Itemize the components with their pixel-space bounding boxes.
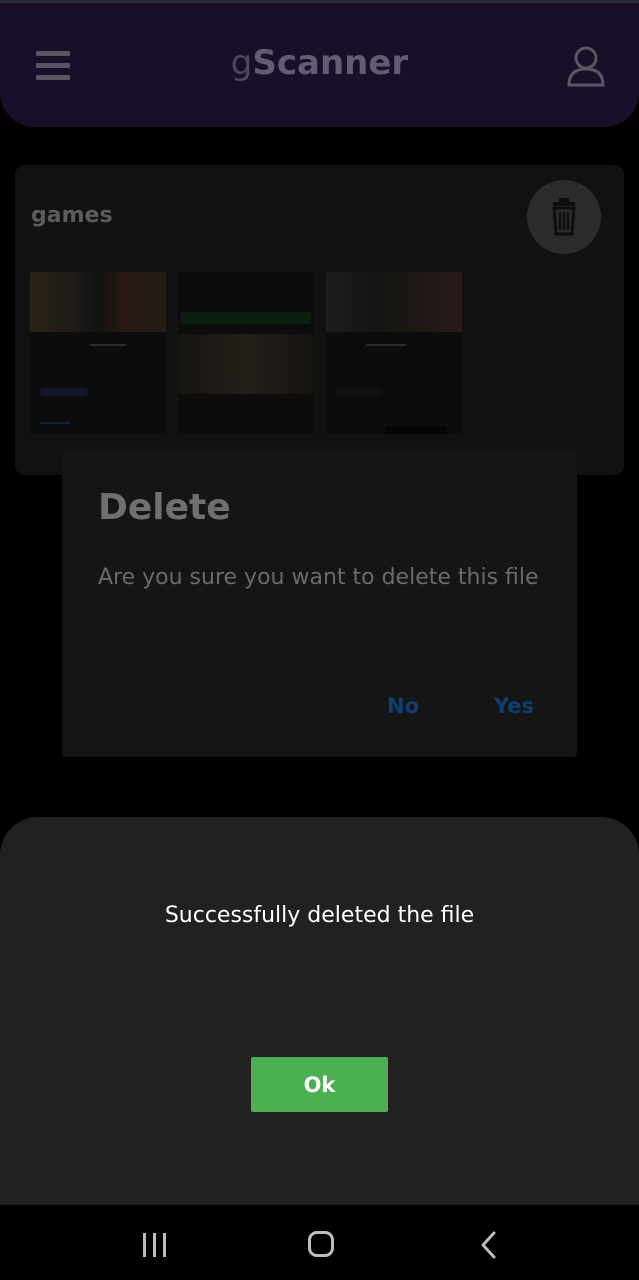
app-title-prefix: g — [230, 43, 253, 83]
screenshot-thumbnail[interactable] — [326, 272, 462, 434]
no-button[interactable]: No — [387, 694, 419, 718]
app-title: gScanner — [0, 43, 639, 83]
dialog-title: Delete — [98, 487, 231, 528]
delete-dialog: Delete Are you sure you want to delete t… — [62, 451, 577, 757]
yes-button[interactable]: Yes — [494, 694, 534, 718]
screenshot-thumbnail[interactable] — [178, 272, 314, 434]
ok-button[interactable]: Ok — [251, 1057, 388, 1112]
screenshot-thumbnail[interactable] — [30, 272, 166, 434]
dialog-message: Are you sure you want to delete this fil… — [98, 565, 539, 590]
card-title: games — [31, 203, 113, 228]
success-message: Successfully deleted the file — [164, 903, 475, 928]
system-nav-bar — [0, 1205, 639, 1280]
user-icon[interactable] — [566, 45, 606, 87]
games-card: games — [15, 165, 624, 475]
home-icon[interactable] — [308, 1231, 334, 1257]
app-header: gScanner — [0, 0, 639, 127]
app-title-main: Scanner — [252, 43, 409, 83]
recent-apps-icon[interactable] — [143, 1233, 169, 1257]
success-sheet: Successfully deleted the file Ok — [0, 817, 639, 1205]
delete-button[interactable] — [527, 180, 601, 254]
back-icon[interactable] — [478, 1231, 500, 1259]
trash-icon — [552, 198, 576, 236]
